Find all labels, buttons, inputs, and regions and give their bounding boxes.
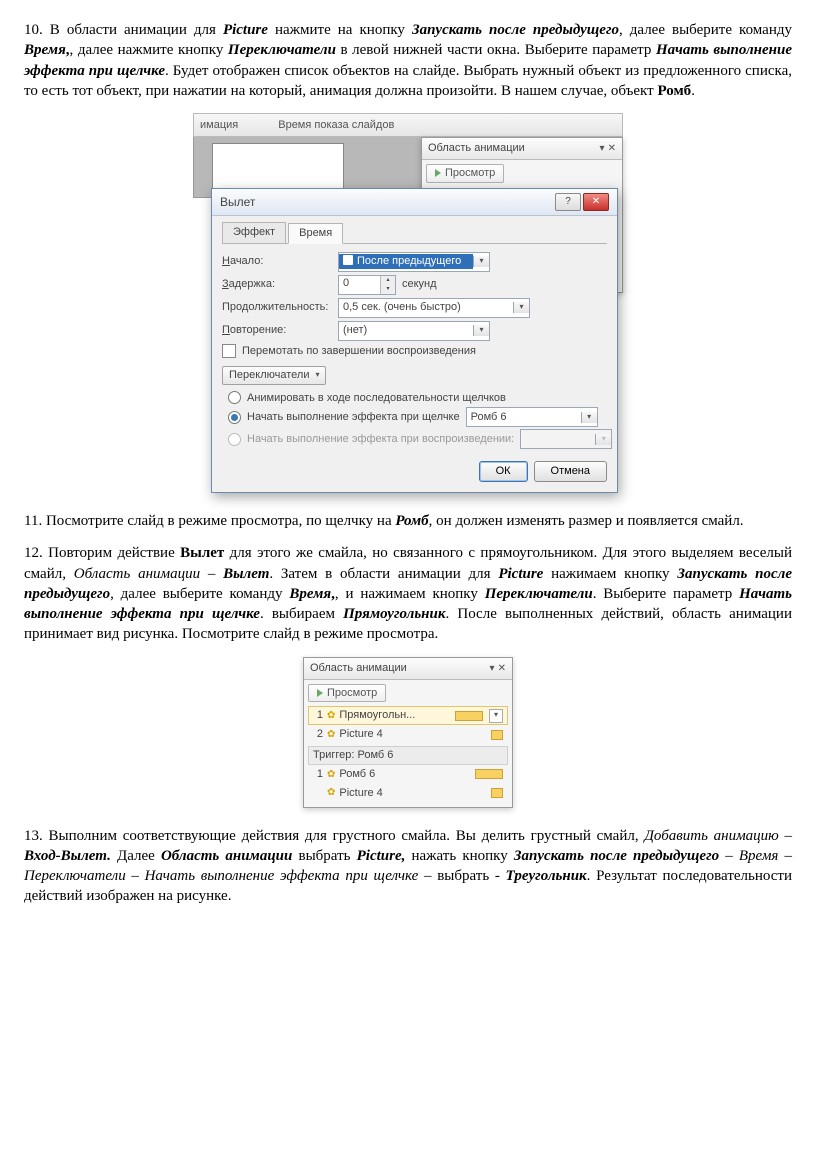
- triggers-button[interactable]: Переключатели: [222, 366, 326, 385]
- close-button[interactable]: ✕: [583, 193, 609, 211]
- anim-item[interactable]: 2✿ Picture 4: [308, 725, 508, 744]
- radio-onplay-label: Начать выполнение эффекта при воспроизве…: [247, 432, 514, 447]
- effect-dialog: Вылет ? ✕ Эффект Время Начало: После пре…: [211, 188, 618, 493]
- effect-icon: ✿: [327, 728, 335, 742]
- paragraph-10: 10. В области анимации для Picture нажми…: [24, 20, 792, 101]
- anim-item[interactable]: ✿ Picture 4: [308, 784, 508, 803]
- radio-onclick-label: Начать выполнение эффекта при щелчке: [247, 410, 460, 425]
- ok-button[interactable]: ОК: [479, 461, 528, 482]
- onclick-target-select[interactable]: Ромб 6▾: [466, 407, 598, 427]
- chevron-down-icon[interactable]: ▾: [489, 709, 503, 723]
- cancel-button[interactable]: Отмена: [534, 461, 607, 482]
- radio-seq-label: Анимировать в ходе последовательности ще…: [247, 391, 506, 406]
- pane-title: Область анимации: [310, 661, 407, 676]
- ribbon-tab[interactable]: Время показа слайдов: [278, 118, 394, 133]
- rewind-checkbox[interactable]: [222, 344, 236, 358]
- paragraph-11: 11. Посмотрите слайд в режиме просмотра,…: [24, 511, 792, 531]
- tab-time[interactable]: Время: [288, 223, 343, 244]
- paragraph-12: 12. Повторим действие Вылет для этого же…: [24, 543, 792, 644]
- close-icon[interactable]: ✕: [608, 143, 616, 154]
- paragraph-13: 13. Выполним соответствующие действия дл…: [24, 826, 792, 907]
- dropdown-icon[interactable]: ▾: [600, 143, 605, 154]
- effect-icon: ✿: [327, 768, 335, 782]
- duration-select[interactable]: 0,5 сек. (очень быстро)▾: [338, 298, 530, 318]
- preview-button[interactable]: Просмотр: [426, 164, 504, 183]
- anim-item[interactable]: 1✿ Ромб 6: [308, 765, 508, 784]
- radio-seq[interactable]: [228, 391, 241, 404]
- screenshot-1: имация Время показа слайдов Область аним…: [193, 113, 623, 493]
- ribbon-tabs: имация Время показа слайдов: [193, 113, 623, 137]
- start-select[interactable]: После предыдущего▾: [338, 252, 490, 272]
- label-delay: Задержка:: [222, 277, 332, 292]
- anim-item[interactable]: 1✿ Прямоугольн... ▾: [308, 706, 508, 725]
- radio-onclick[interactable]: [228, 411, 241, 424]
- trigger-header: Триггер: Ромб 6: [308, 746, 508, 765]
- unit-seconds: секунд: [402, 277, 437, 292]
- dialog-title: Вылет: [220, 194, 255, 210]
- effect-icon: ✿: [327, 709, 335, 723]
- preview-button[interactable]: Просмотр: [308, 684, 386, 703]
- close-icon[interactable]: ✕: [498, 663, 506, 674]
- effect-icon: ✿: [327, 786, 335, 800]
- label-start: Начало:: [222, 254, 332, 269]
- help-button[interactable]: ?: [555, 193, 581, 211]
- onplay-target-select: ▾: [520, 429, 612, 449]
- ribbon-tab[interactable]: имация: [200, 118, 238, 133]
- repeat-select[interactable]: (нет)▾: [338, 321, 490, 341]
- delay-spinner[interactable]: 0 ▴▾: [338, 275, 396, 295]
- pane-title: Область анимации: [428, 141, 525, 156]
- label-duration: Продолжительность:: [222, 300, 332, 315]
- label-repeat: Повторение:: [222, 323, 332, 338]
- tab-effect[interactable]: Эффект: [222, 222, 286, 243]
- screenshot-2: Область анимации ▾ ✕ Просмотр 1✿ Прямоуг…: [303, 657, 513, 808]
- radio-onplay[interactable]: [228, 433, 241, 446]
- dropdown-icon[interactable]: ▾: [490, 663, 495, 674]
- rewind-label: Перемотать по завершении воспроизведения: [242, 344, 476, 359]
